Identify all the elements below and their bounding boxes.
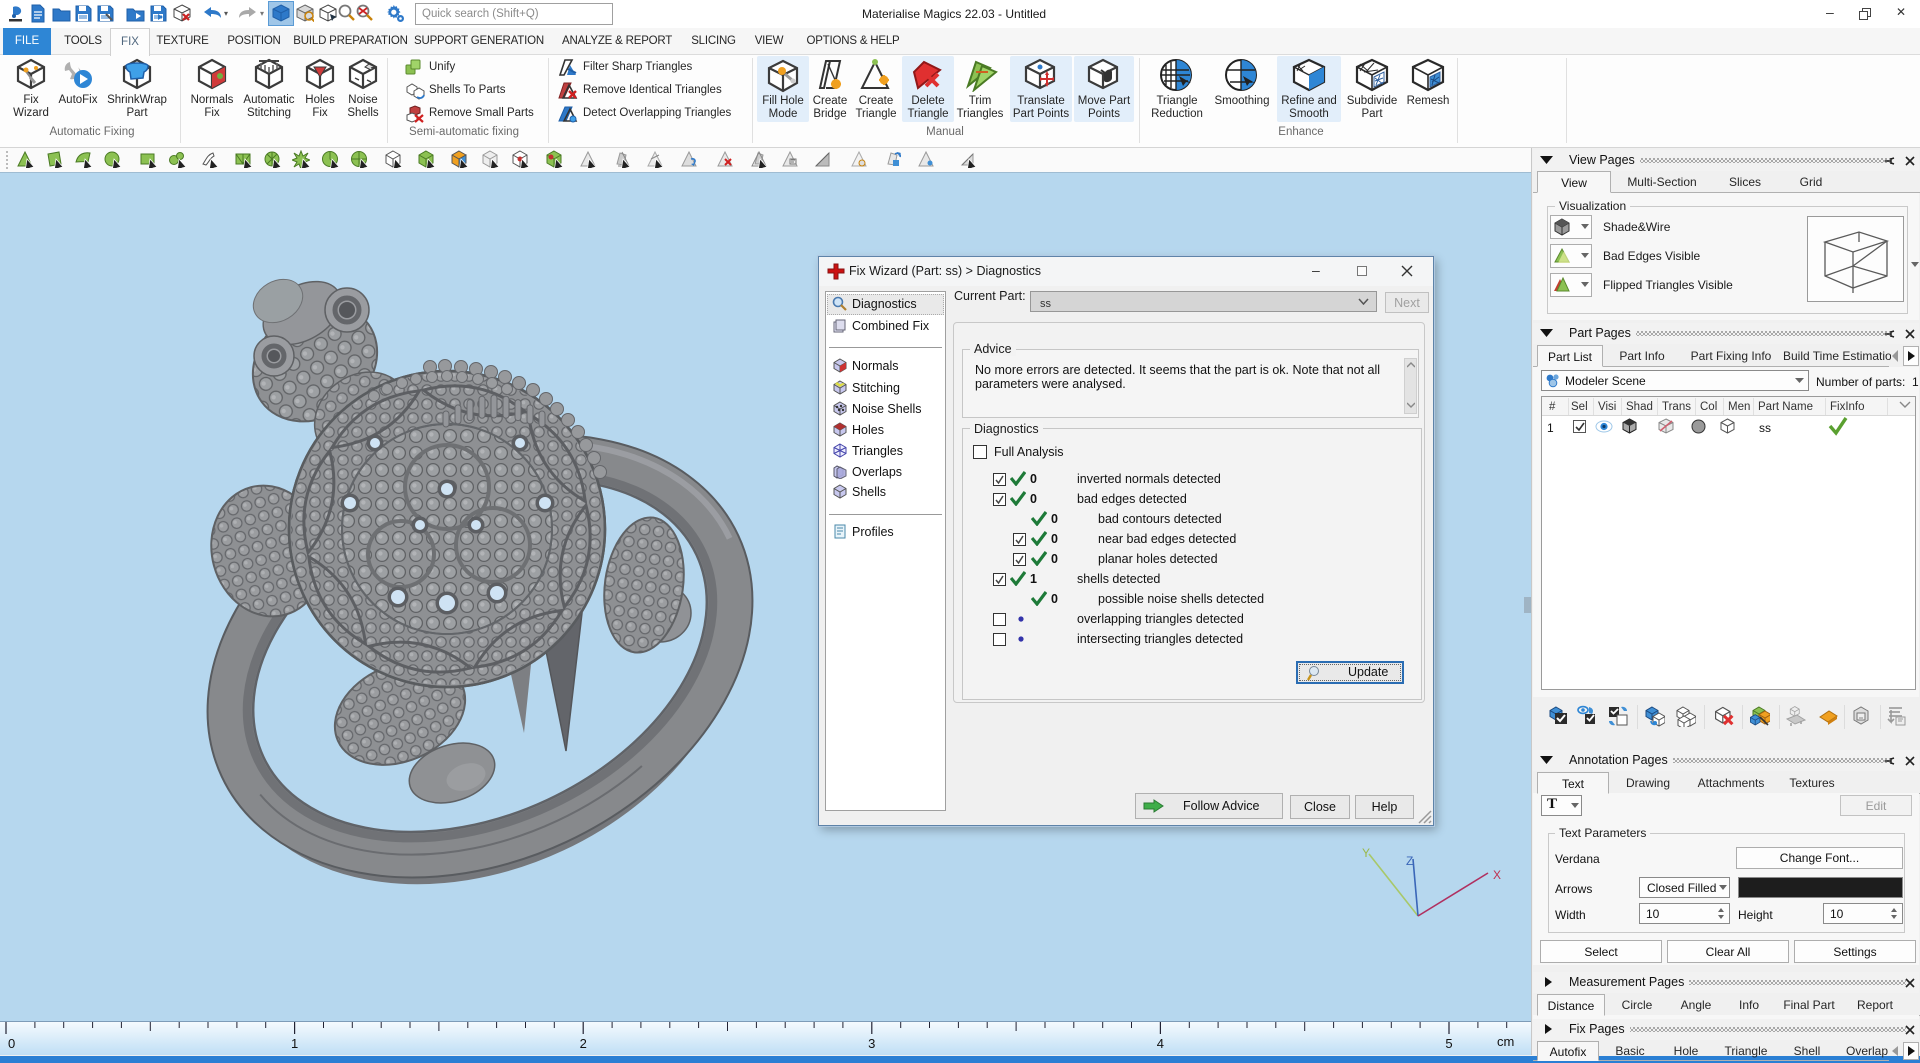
svg-text:3: 3: [868, 1036, 875, 1051]
svg-text:cm: cm: [1497, 1034, 1514, 1049]
svg-text:1: 1: [291, 1036, 298, 1051]
svg-text:5: 5: [1445, 1036, 1452, 1051]
svg-text:Z: Z: [1406, 854, 1413, 868]
svg-text:2: 2: [580, 1036, 587, 1051]
svg-text:0: 0: [8, 1036, 15, 1051]
svg-text:Y: Y: [1362, 846, 1370, 860]
svg-text:X: X: [1493, 868, 1501, 882]
svg-text:4: 4: [1157, 1036, 1164, 1051]
